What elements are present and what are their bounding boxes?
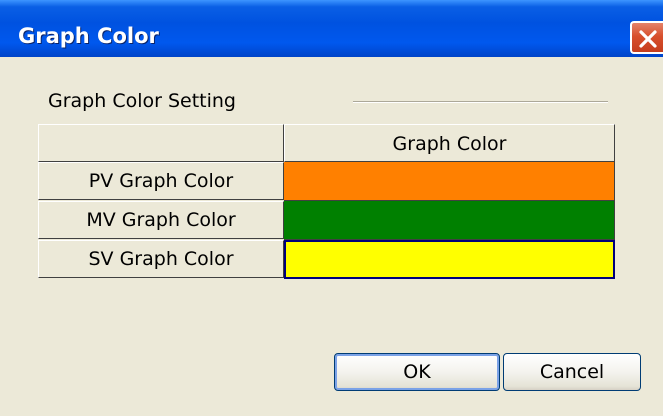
cancel-button[interactable]: Cancel	[503, 353, 641, 391]
close-button[interactable]	[630, 21, 663, 54]
dialog-title: Graph Color	[18, 24, 159, 48]
row-header-mv: MV Graph Color	[38, 201, 284, 239]
pv-color-swatch[interactable]	[284, 162, 615, 201]
close-icon	[639, 30, 657, 48]
title-bar[interactable]: Graph Color	[0, 0, 663, 57]
grid-corner-cell	[38, 124, 284, 162]
group-divider	[353, 101, 608, 103]
group-label: Graph Color Setting	[48, 90, 236, 112]
mv-color-swatch[interactable]	[284, 201, 615, 240]
row-header-pv: PV Graph Color	[38, 162, 284, 200]
row-header-sv: SV Graph Color	[38, 240, 284, 278]
graph-color-dialog: Graph Color Graph Color Setting Graph Co…	[0, 0, 663, 416]
ok-button[interactable]: OK	[334, 353, 500, 391]
column-header-graph-color: Graph Color	[284, 124, 615, 162]
sv-color-swatch[interactable]	[284, 240, 615, 279]
